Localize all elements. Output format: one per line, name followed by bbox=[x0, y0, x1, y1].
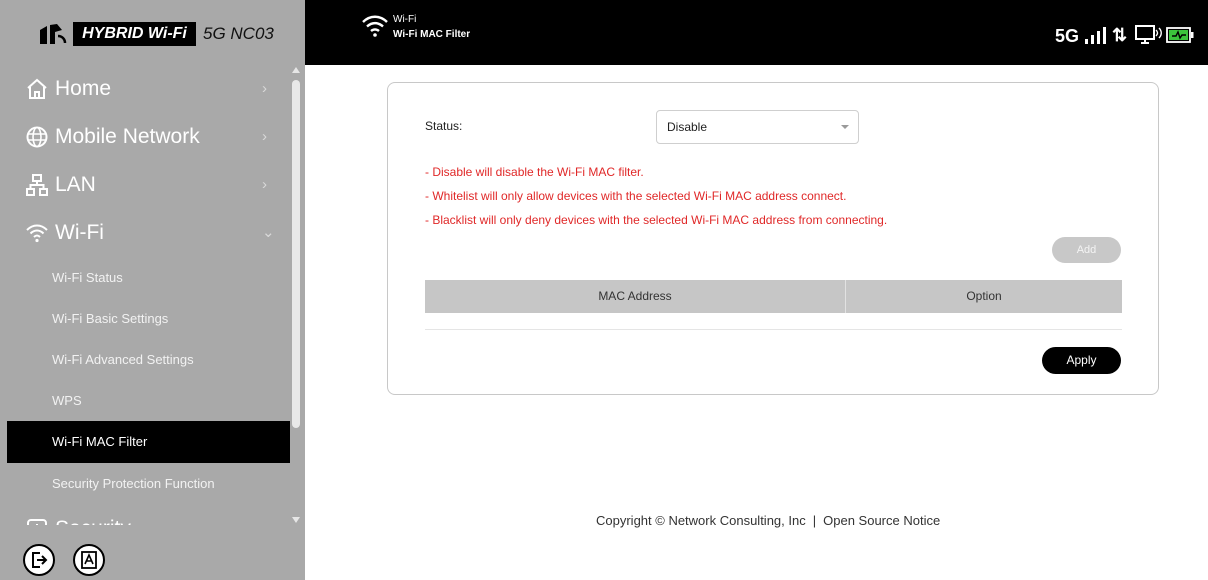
hybrid-logo-icon bbox=[40, 24, 67, 44]
sidebar-nav: Home › Mobile Network › LAN › Wi-Fi ⌄ Wi… bbox=[0, 65, 290, 525]
open-source-notice-link[interactable]: Open Source Notice bbox=[823, 513, 940, 528]
chevron-down-icon bbox=[841, 125, 849, 129]
wifi-icon bbox=[362, 15, 388, 37]
sidebar-item-wifi[interactable]: Wi-Fi ⌄ bbox=[0, 209, 290, 257]
sidebar-item-label: LAN bbox=[55, 173, 96, 196]
page-title: Wi-Fi MAC Filter bbox=[393, 29, 471, 40]
data-transfer-icon: ⇅ bbox=[1112, 25, 1128, 45]
globe-icon bbox=[26, 126, 48, 148]
chevron-right-icon: › bbox=[262, 80, 267, 97]
breadcrumb-section: Wi-Fi bbox=[393, 14, 417, 25]
sidebar-subitem-wifi-mac-filter[interactable]: Wi-Fi MAC Filter bbox=[7, 421, 290, 463]
sidebar-item-mobile-network[interactable]: Mobile Network › bbox=[0, 113, 290, 161]
lan-icon bbox=[26, 174, 48, 196]
signal-bars-icon bbox=[1085, 27, 1106, 44]
battery-charging-icon bbox=[1166, 27, 1194, 43]
sidebar-item-label: Security bbox=[55, 505, 131, 525]
note-blacklist: - Blacklist will only deny devices with … bbox=[425, 213, 888, 227]
brand-model: 5G NC03 bbox=[203, 24, 274, 43]
footer-separator: | bbox=[812, 513, 817, 528]
chevron-right-icon: › bbox=[262, 128, 267, 145]
add-button[interactable]: Add bbox=[1052, 237, 1121, 263]
table-divider bbox=[425, 329, 1122, 330]
chevron-right-icon: › bbox=[262, 176, 267, 193]
scroll-up-arrow-icon[interactable] bbox=[292, 67, 300, 73]
font-size-button[interactable] bbox=[73, 544, 105, 576]
copyright-text: Copyright © Network Consulting, Inc bbox=[596, 513, 806, 528]
wifi-icon bbox=[26, 224, 48, 243]
note-disable: - Disable will disable the Wi-Fi MAC fil… bbox=[425, 165, 644, 179]
sidebar-subitem-security-protection[interactable]: Security Protection Function bbox=[7, 463, 290, 505]
chevron-right-icon: › bbox=[262, 505, 267, 525]
font-size-icon bbox=[81, 551, 97, 569]
column-header-mac-address: MAC Address bbox=[425, 280, 846, 313]
logout-button[interactable] bbox=[23, 544, 55, 576]
sidebar-subitem-wps[interactable]: WPS bbox=[7, 380, 290, 422]
sidebar-item-security[interactable]: Security › bbox=[0, 505, 290, 525]
status-label: Status: bbox=[425, 119, 463, 133]
sidebar-item-home[interactable]: Home › bbox=[0, 65, 290, 113]
copyright-footer: Copyright © Network Consulting, Inc | Open… bbox=[596, 513, 940, 528]
apply-button[interactable]: Apply bbox=[1042, 347, 1121, 374]
connected-device-icon bbox=[1135, 25, 1162, 44]
security-icon bbox=[27, 519, 47, 525]
mac-table-header: MAC Address Option bbox=[425, 280, 1122, 313]
sidebar-item-lan[interactable]: LAN › bbox=[0, 161, 290, 209]
sidebar-scroll-thumb[interactable] bbox=[292, 80, 300, 428]
sidebar-subitem-wifi-basic-settings[interactable]: Wi-Fi Basic Settings bbox=[7, 298, 290, 340]
status-select[interactable]: Disable bbox=[656, 110, 859, 144]
logout-icon bbox=[32, 552, 48, 568]
sidebar-item-label: Mobile Network bbox=[55, 125, 200, 148]
sidebar-item-label: Wi-Fi bbox=[55, 221, 104, 244]
top-bar: Wi-Fi Wi-Fi MAC Filter 5G ⇅ bbox=[305, 0, 1208, 65]
note-whitelist: - Whitelist will only allow devices with… bbox=[425, 189, 847, 203]
scroll-down-arrow-icon[interactable] bbox=[292, 517, 300, 523]
app-root: HYBRID Wi-Fi 5G NC03 Home › Mobile Netwo… bbox=[0, 0, 1208, 580]
sidebar-subitem-wifi-status[interactable]: Wi-Fi Status bbox=[7, 257, 290, 299]
home-icon bbox=[27, 78, 47, 99]
status-select-value: Disable bbox=[667, 120, 708, 134]
network-type-indicator: 5G bbox=[1055, 26, 1080, 46]
sidebar-item-label: Home bbox=[55, 77, 112, 100]
sidebar: HYBRID Wi-Fi 5G NC03 Home › Mobile Netwo… bbox=[0, 0, 305, 580]
brand-header: HYBRID Wi-Fi 5G NC03 bbox=[0, 0, 305, 65]
brand-product-name: HYBRID Wi-Fi bbox=[73, 22, 196, 46]
chevron-down-icon: ⌄ bbox=[262, 224, 275, 241]
column-header-option: Option bbox=[966, 289, 1002, 303]
sidebar-subitem-wifi-advanced-settings[interactable]: Wi-Fi Advanced Settings bbox=[7, 339, 290, 381]
